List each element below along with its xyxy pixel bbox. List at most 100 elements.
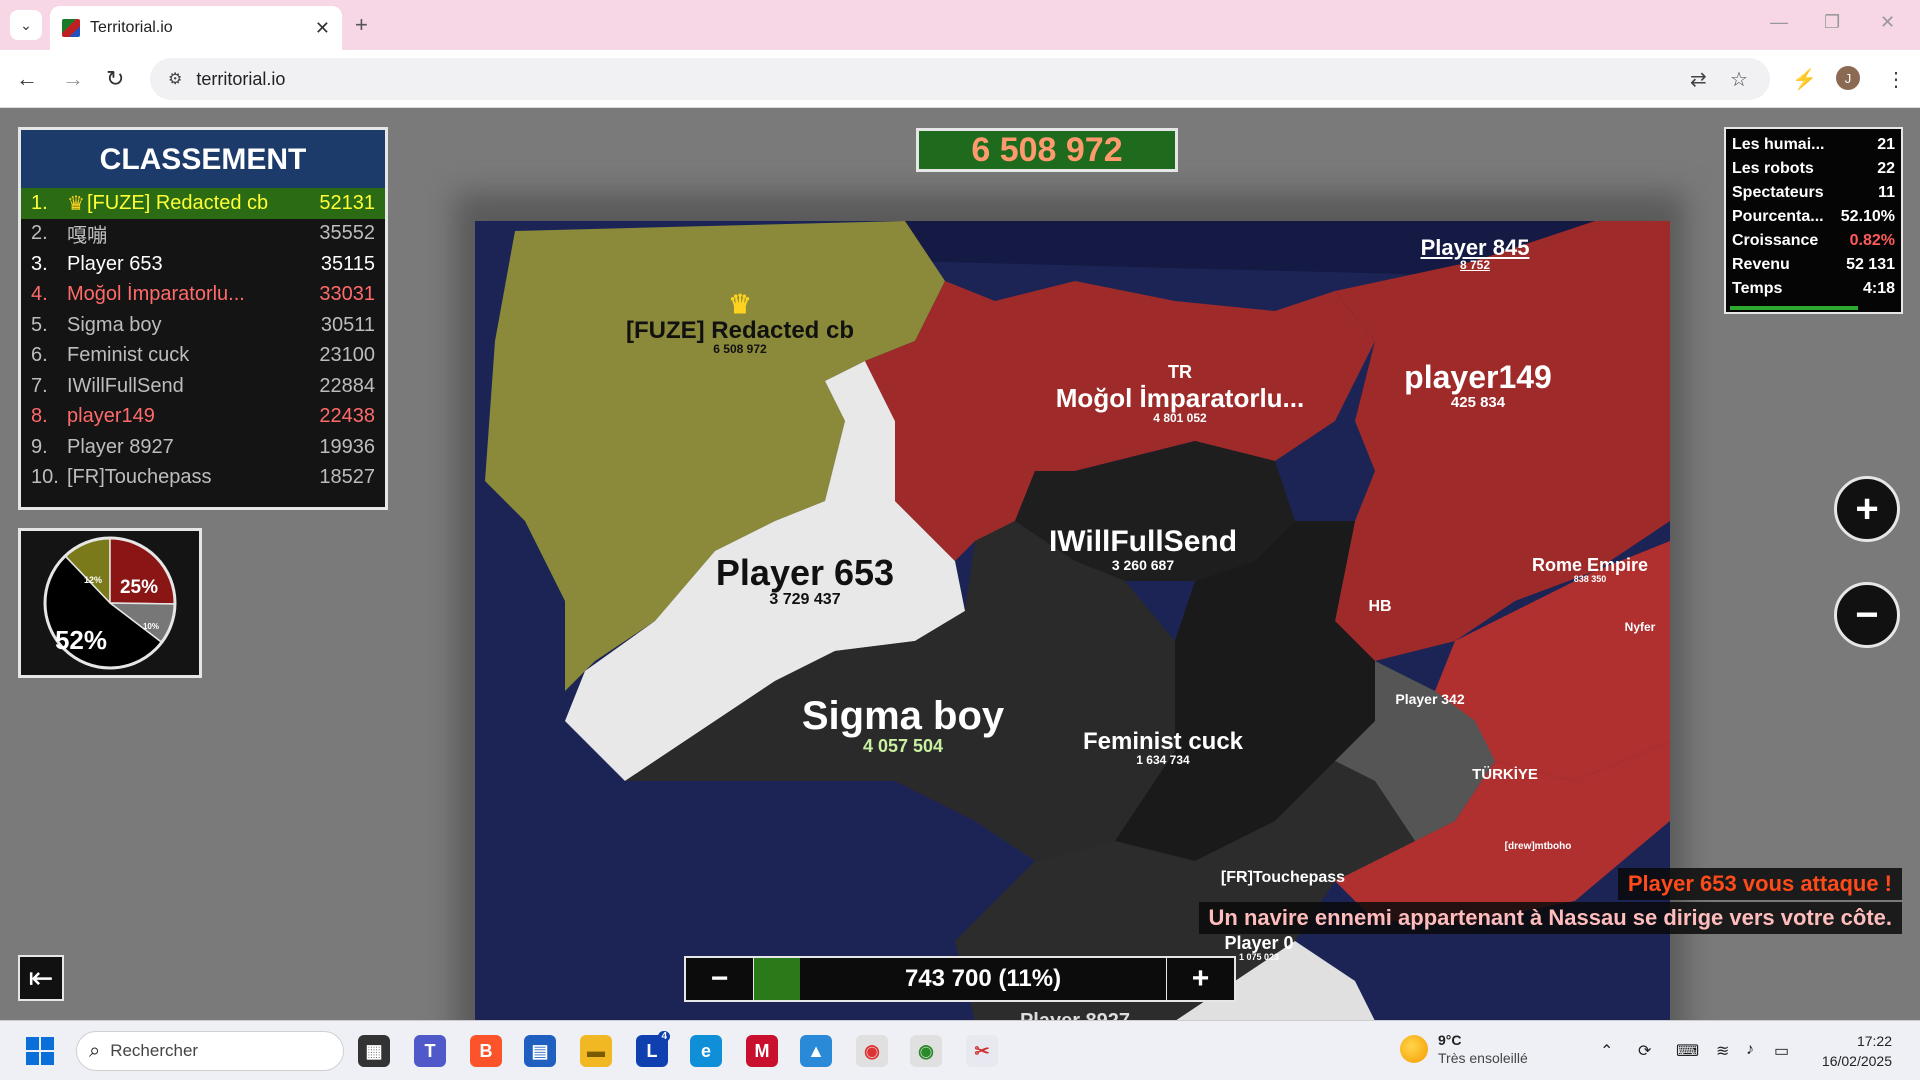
- leaderboard: CLASSEMENT 1. ♛ [FUZE] Redacted cb 52131…: [18, 127, 388, 510]
- leaderboard-row[interactable]: 9. Player 8927 19936: [21, 432, 385, 463]
- restore-icon[interactable]: ❐: [1824, 12, 1840, 33]
- extensions-icon[interactable]: ⚡: [1792, 67, 1817, 92]
- territory-label-player149: player149 425 834: [1404, 359, 1552, 411]
- territory-pie-chart: 52% 12% 25% 10%: [18, 528, 202, 678]
- leaderboard-row[interactable]: 5. Sigma boy 30511: [21, 310, 385, 341]
- stat-row: Les humai... 21: [1732, 136, 1895, 153]
- territory-label-drew: [drew]mtboho: [1504, 841, 1572, 852]
- game-stats-panel: Les humai... 21 Les robots 22 Spectateurs 1…: [1724, 127, 1903, 314]
- translate-icon[interactable]: ⇄: [1690, 67, 1707, 92]
- url-text: territorial.io: [196, 68, 286, 89]
- stat-row: Spectateurs 11: [1732, 184, 1895, 201]
- exit-button[interactable]: ⇤: [18, 955, 64, 1001]
- site-info-icon[interactable]: ⚙: [168, 69, 182, 89]
- windows-start-icon[interactable]: [26, 1037, 54, 1065]
- territory-label-sigma: Sigma boy 4 057 504: [801, 694, 1005, 756]
- stat-row: Croissance 0.82%: [1732, 232, 1895, 249]
- game-map[interactable]: ♛ [FUZE] Redacted cb 6 508 972 Player 84…: [475, 221, 1670, 1020]
- leaderboard-row[interactable]: 10. [FR]Touchepass 18527: [21, 463, 385, 494]
- leaderboard-row[interactable]: 1. ♛ [FUZE] Redacted cb 52131: [21, 188, 385, 219]
- volume-icon[interactable]: ♪: [1746, 1041, 1754, 1059]
- snipping-tool-icon[interactable]: ✂: [966, 1035, 998, 1067]
- crown-icon: ♛: [67, 192, 85, 215]
- bookmark-star-icon[interactable]: ☆: [1730, 67, 1748, 92]
- sync-icon[interactable]: ⟳: [1638, 1041, 1651, 1061]
- pie-label-25: 25%: [120, 577, 158, 598]
- crown-icon: ♛: [728, 289, 752, 319]
- troop-increase-button[interactable]: +: [1166, 958, 1234, 1000]
- windows-taskbar: ⌕ Rechercher ▦ T B ▤ ▬ L4 e M ▲ ◉ ◉ ✂ 9°…: [0, 1020, 1920, 1080]
- menu-kebab-icon[interactable]: ⋮: [1886, 67, 1906, 92]
- store-icon[interactable]: ▤: [524, 1035, 556, 1067]
- territory-label-tr: TR: [1168, 362, 1192, 382]
- task-view-icon[interactable]: ▦: [358, 1035, 390, 1067]
- leaderboard-row[interactable]: 6. Feminist cuck 23100: [21, 341, 385, 372]
- back-icon[interactable]: ←: [16, 66, 38, 92]
- troop-selector[interactable]: − 743 700 (11%) +: [684, 956, 1236, 1002]
- leaderboard-row[interactable]: 3. Player 653 35115: [21, 249, 385, 280]
- leaderboard-row[interactable]: 8. player149 22438: [21, 402, 385, 433]
- tab-search-button[interactable]: ⌄: [10, 10, 42, 40]
- territory-label-player8927: Player 8927: [1020, 1011, 1130, 1021]
- top-score: 6 508 972: [916, 128, 1178, 172]
- window-close-icon[interactable]: ✕: [1880, 12, 1895, 33]
- leaderboard-row[interactable]: 4. Moğol İmparatorlu... 33031: [21, 280, 385, 311]
- attack-notification: Player 653 vous attaque !: [1617, 868, 1902, 900]
- new-tab-button[interactable]: +: [355, 12, 368, 38]
- pie-label-12: 12%: [84, 575, 102, 585]
- troop-amount: 743 700 (11%): [904, 965, 1062, 992]
- stat-row: Pourcenta... 52.10%: [1732, 208, 1895, 225]
- territory-label-iwfs: IWillFullSend 3 260 687: [1048, 525, 1238, 573]
- browser-tab-bar: ⌄ Territorial.io ✕ + — ❐ ✕: [0, 0, 1920, 50]
- keyboard-icon[interactable]: ⌨: [1676, 1041, 1699, 1061]
- browser-tab[interactable]: Territorial.io ✕: [50, 6, 342, 50]
- chevron-down-icon: ⌄: [20, 16, 32, 33]
- app-l-icon[interactable]: L4: [636, 1031, 670, 1067]
- zoom-in-button[interactable]: +: [1834, 476, 1900, 542]
- territory-label-turkiye: TÜRKİYE: [1472, 766, 1538, 783]
- stat-row: Temps 4:18: [1732, 280, 1895, 297]
- ship-notification: Un navire ennemi appartenant à Nassau se…: [1198, 902, 1902, 934]
- close-icon[interactable]: ✕: [315, 18, 330, 39]
- chevron-up-icon[interactable]: ⌃: [1600, 1041, 1613, 1061]
- mcafee-icon[interactable]: M: [746, 1035, 778, 1067]
- profile-avatar[interactable]: J: [1836, 66, 1860, 90]
- sun-icon: [1400, 1035, 1428, 1063]
- favicon-icon: [62, 19, 80, 37]
- edge-icon[interactable]: e: [690, 1035, 722, 1067]
- pie-label-10: 10%: [143, 622, 159, 631]
- notification-badge: 4: [658, 1031, 670, 1042]
- wifi-icon[interactable]: ≋: [1716, 1041, 1729, 1061]
- territory-label-player845: Player 845 8 752: [1420, 235, 1530, 273]
- brave-icon[interactable]: B: [470, 1035, 502, 1067]
- zoom-out-button[interactable]: −: [1834, 582, 1900, 648]
- stat-row: Revenu 52 131: [1732, 256, 1895, 273]
- weather-widget[interactable]: 9°C Très ensoleillé: [1400, 1031, 1528, 1067]
- taskbar-search[interactable]: ⌕ Rechercher: [76, 1031, 344, 1071]
- leaderboard-row[interactable]: 7. IWillFullSend 22884: [21, 371, 385, 402]
- file-explorer-icon[interactable]: ▬: [580, 1035, 612, 1067]
- leaderboard-row[interactable]: 2. 嘎嘣 35552: [21, 219, 385, 250]
- chrome-icon[interactable]: ◉: [856, 1035, 888, 1067]
- territory-label-fuze: ♛ [FUZE] Redacted cb 6 508 972: [625, 289, 855, 357]
- territory-label-player653: Player 653 3 729 437: [715, 552, 895, 608]
- troop-fill: [754, 958, 800, 1000]
- forward-icon[interactable]: →: [62, 66, 84, 92]
- territory-label-rome: Rome Empire 838 350: [1531, 555, 1649, 584]
- teams-icon[interactable]: T: [414, 1035, 446, 1067]
- territory-label-mogol: Moğol İmparatorlu... 4 801 052: [1055, 383, 1305, 426]
- minimize-icon[interactable]: —: [1770, 12, 1788, 33]
- chrome-profile-icon[interactable]: ◉: [910, 1035, 942, 1067]
- troop-decrease-button[interactable]: −: [686, 958, 754, 1000]
- system-clock[interactable]: 17:22 16/02/2025: [1800, 1031, 1892, 1071]
- address-bar[interactable]: ⚙ territorial.io: [150, 58, 1770, 100]
- stat-row: Les robots 22: [1732, 160, 1895, 177]
- reload-icon[interactable]: ↻: [106, 66, 124, 92]
- search-icon: ⌕: [89, 1039, 101, 1062]
- exit-icon: ⇤: [28, 961, 54, 995]
- territory-label-nyfer: Nyfer: [1624, 620, 1656, 634]
- game-viewport[interactable]: ♛ [FUZE] Redacted cb 6 508 972 Player 84…: [0, 108, 1920, 1020]
- battery-icon[interactable]: ▭: [1774, 1041, 1789, 1061]
- tab-title: Territorial.io: [90, 19, 173, 36]
- photos-icon[interactable]: ▲: [800, 1035, 832, 1067]
